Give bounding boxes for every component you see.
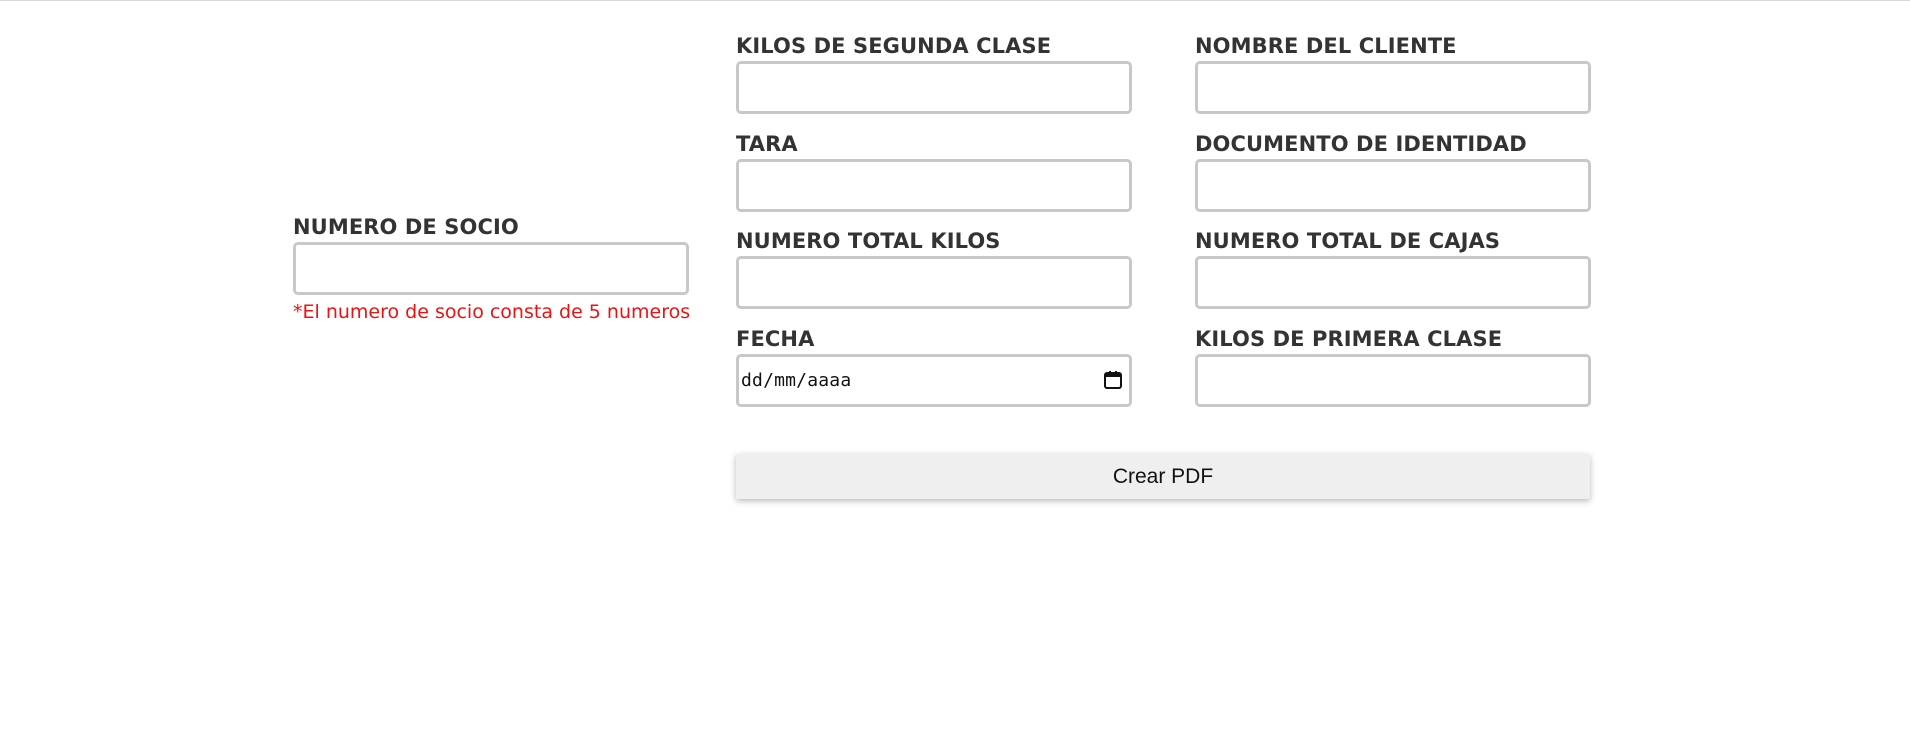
cliente-input[interactable] bbox=[1195, 61, 1591, 114]
total-kilos-input[interactable] bbox=[736, 256, 1132, 309]
tara-label: TARA bbox=[736, 132, 798, 156]
crear-pdf-button[interactable]: Crear PDF bbox=[736, 454, 1590, 499]
calendar-icon[interactable] bbox=[1103, 370, 1123, 390]
total-kilos-group: NUMERO TOTAL KILOS bbox=[736, 228, 1132, 309]
kilos-segunda-group: KILOS DE SEGUNDA CLASE bbox=[736, 33, 1132, 114]
kilos-primera-label: KILOS DE PRIMERA CLASE bbox=[1195, 327, 1503, 351]
kilos-primera-group: KILOS DE PRIMERA CLASE bbox=[1195, 326, 1591, 407]
cliente-group: NOMBRE DEL CLIENTE bbox=[1195, 33, 1591, 114]
tara-input[interactable] bbox=[736, 159, 1132, 212]
numero-socio-group: NUMERO DE SOCIO *El numero de socio cons… bbox=[293, 214, 691, 323]
numero-socio-input[interactable] bbox=[293, 242, 689, 295]
fecha-placeholder: dd/mm/aaaa bbox=[741, 370, 852, 391]
tara-group: TARA bbox=[736, 131, 1132, 212]
total-kilos-label: NUMERO TOTAL KILOS bbox=[736, 229, 1001, 253]
numero-socio-hint: *El numero de socio consta de 5 numeros bbox=[293, 301, 691, 323]
numero-socio-label: NUMERO DE SOCIO bbox=[293, 215, 519, 239]
cliente-label: NOMBRE DEL CLIENTE bbox=[1195, 34, 1457, 58]
fecha-label: FECHA bbox=[736, 327, 815, 351]
documento-label: DOCUMENTO DE IDENTIDAD bbox=[1195, 132, 1527, 156]
fecha-date-input[interactable]: dd/mm/aaaa bbox=[736, 354, 1132, 407]
total-cajas-label: NUMERO TOTAL DE CAJAS bbox=[1195, 229, 1501, 253]
documento-input[interactable] bbox=[1195, 159, 1591, 212]
total-cajas-input[interactable] bbox=[1195, 256, 1591, 309]
fecha-group: FECHA dd/mm/aaaa bbox=[736, 326, 1132, 407]
total-cajas-group: NUMERO TOTAL DE CAJAS bbox=[1195, 228, 1591, 309]
documento-group: DOCUMENTO DE IDENTIDAD bbox=[1195, 131, 1591, 212]
top-divider bbox=[0, 0, 1910, 1]
kilos-segunda-input[interactable] bbox=[736, 61, 1132, 114]
kilos-primera-input[interactable] bbox=[1195, 354, 1591, 407]
kilos-segunda-label: KILOS DE SEGUNDA CLASE bbox=[736, 34, 1052, 58]
